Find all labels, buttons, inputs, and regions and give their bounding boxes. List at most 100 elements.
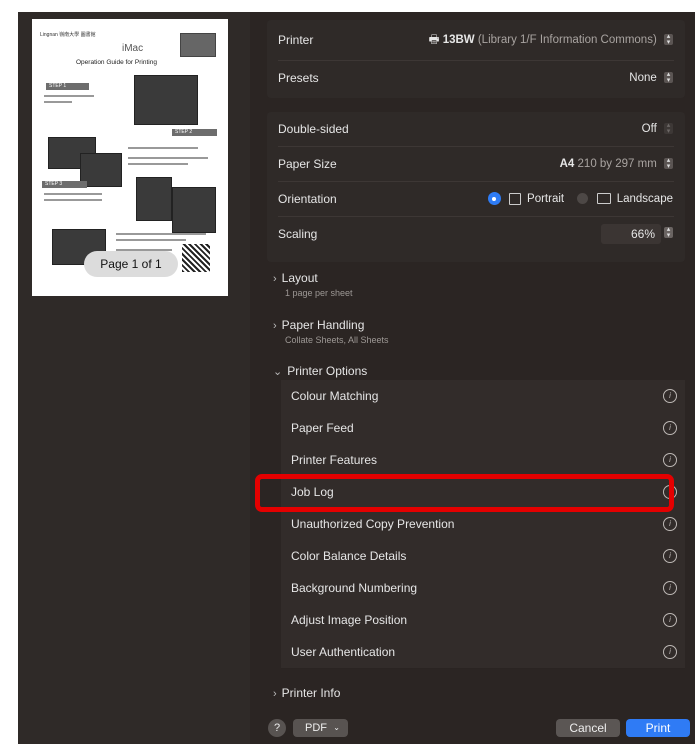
printer-info-section[interactable]: › Printer Info [273, 686, 340, 700]
cancel-button[interactable]: Cancel [556, 719, 620, 737]
info-icon[interactable]: i [663, 613, 677, 627]
print-dialog: Lingnan 嶺南大學 圖書館 iMac Operation Guide fo… [18, 12, 695, 744]
doc-text-line [44, 199, 102, 201]
doc-step-3: STEP 3 [42, 181, 87, 188]
paper-size-select[interactable]: A4 210 by 297 mm ▴ ▾ [560, 147, 673, 181]
landscape-label[interactable]: Landscape [617, 193, 673, 205]
pdf-label: PDF [305, 722, 327, 734]
orientation-label: Orientation [278, 192, 337, 206]
paper-size-dims: 210 by 297 mm [577, 158, 657, 170]
portrait-icon [508, 192, 521, 205]
info-icon[interactable]: i [663, 645, 677, 659]
printer-presets-group: Printer 🖶 13BW (Library 1/F Information … [267, 20, 685, 98]
chevron-updown-icon: ▴ ▾ [664, 157, 673, 170]
printer-label: Printer [278, 33, 314, 47]
paper-size-name: A4 [559, 158, 575, 170]
chevron-right-icon: › [273, 320, 277, 332]
option-job-log[interactable]: Job Log i [281, 476, 685, 509]
doc-text-line [116, 239, 186, 241]
double-sided-select[interactable]: Off ▴ ▾ [642, 112, 673, 146]
doc-step-1: STEP 1 [46, 83, 89, 90]
paper-size-label: Paper Size [278, 157, 337, 171]
paper-handling-section[interactable]: › Paper Handling Collate Sheets, All Shee… [273, 318, 389, 345]
option-label: User Authentication [291, 645, 396, 659]
paper-size-row[interactable]: Paper Size A4 210 by 297 mm ▴ ▾ [267, 147, 685, 181]
dialog-footer: ? PDF ⌄ Cancel Print [263, 712, 695, 744]
option-label: Unauthorized Copy Prevention [291, 517, 455, 531]
page-count-badge: Page 1 of 1 [84, 251, 178, 277]
info-icon[interactable]: i [663, 549, 677, 563]
info-icon[interactable]: i [663, 485, 677, 499]
info-icon[interactable]: i [663, 517, 677, 531]
page-settings-group: Double-sided Off ▴ ▾ Paper Size A4 210 by… [267, 112, 685, 262]
scaling-label: Scaling [278, 227, 318, 241]
option-paper-feed[interactable]: Paper Feed i [281, 412, 685, 445]
doc-screenshot [136, 177, 172, 221]
info-icon[interactable]: i [663, 389, 677, 403]
presets-row[interactable]: Presets None ▴ ▾ [267, 61, 685, 95]
printer-row[interactable]: Printer 🖶 13BW (Library 1/F Information … [267, 23, 685, 57]
landscape-radio[interactable] [577, 193, 589, 205]
doc-text-line [128, 157, 208, 159]
chevron-down-icon: ⌄ [273, 366, 283, 378]
doc-text-line [44, 101, 72, 103]
option-user-authentication[interactable]: User Authentication i [281, 636, 685, 669]
layout-subtitle: 1 page per sheet [285, 288, 353, 298]
option-unauthorized-copy-prevention[interactable]: Unauthorized Copy Prevention i [281, 508, 685, 541]
option-label: Printer Features [291, 453, 378, 467]
option-label: Paper Feed [291, 421, 354, 435]
info-icon[interactable]: i [663, 453, 677, 467]
layout-section[interactable]: › Layout 1 page per sheet [273, 271, 353, 298]
option-color-balance-details[interactable]: Color Balance Details i [281, 540, 685, 573]
printer-info-title: Printer Info [281, 686, 341, 700]
option-label: Adjust Image Position [291, 613, 408, 627]
chevron-down-icon: ⌄ [333, 723, 340, 732]
landscape-icon [596, 193, 611, 205]
presets-select[interactable]: None ▴ ▾ [629, 61, 673, 95]
layout-title: Layout [281, 271, 318, 285]
option-label: Colour Matching [291, 389, 379, 403]
help-button[interactable]: ? [268, 719, 286, 737]
printer-name: 13BW [442, 34, 475, 46]
printer-options-section[interactable]: ⌄ Printer Options [273, 364, 367, 378]
chevron-right-icon: › [273, 273, 277, 285]
info-icon[interactable]: i [663, 421, 677, 435]
pdf-menu-button[interactable]: PDF ⌄ [293, 719, 348, 737]
doc-screenshot [172, 187, 216, 233]
info-icon[interactable]: i [663, 581, 677, 595]
orientation-options: Portrait Landscape [487, 182, 673, 216]
option-adjust-image-position[interactable]: Adjust Image Position i [281, 604, 685, 637]
option-colour-matching[interactable]: Colour Matching i [281, 380, 685, 413]
paper-handling-subtitle: Collate Sheets, All Sheets [285, 335, 389, 345]
qr-code-image [182, 244, 210, 272]
chevron-updown-icon: ▴ ▾ [664, 71, 673, 84]
portrait-radio[interactable] [487, 192, 501, 206]
portrait-label[interactable]: Portrait [527, 193, 564, 205]
option-label: Color Balance Details [291, 549, 407, 563]
printer-select[interactable]: 🖶 13BW (Library 1/F Information Commons)… [429, 23, 673, 57]
chevron-updown-icon: ▴ ▾ [664, 33, 673, 46]
option-background-numbering[interactable]: Background Numbering i [281, 572, 685, 605]
print-button[interactable]: Print [626, 719, 690, 737]
scaling-stepper[interactable]: ▴ ▾ [664, 226, 673, 239]
doc-text-line [128, 147, 198, 149]
printer-options-title: Printer Options [287, 364, 368, 378]
option-printer-features[interactable]: Printer Features i [281, 444, 685, 477]
doc-screenshot [134, 75, 198, 125]
option-label: Background Numbering [291, 581, 418, 595]
scaling-row: Scaling 66% ▴ ▾ [267, 217, 685, 251]
double-sided-value: Off [641, 123, 657, 135]
option-label: Job Log [291, 485, 334, 499]
double-sided-label: Double-sided [278, 122, 349, 136]
presets-label: Presets [278, 71, 319, 85]
preview-sidebar: Lingnan 嶺南大學 圖書館 iMac Operation Guide fo… [18, 12, 250, 744]
presets-value: None [629, 72, 657, 84]
scaling-input[interactable]: 66% [601, 224, 661, 244]
double-sided-row[interactable]: Double-sided Off ▴ ▾ [267, 112, 685, 146]
printer-icon: 🖶 [428, 34, 440, 46]
chevron-right-icon: › [273, 688, 277, 700]
paper-handling-title: Paper Handling [281, 318, 365, 332]
settings-panel: Printer 🖶 13BW (Library 1/F Information … [263, 12, 695, 744]
printer-location: (Library 1/F Information Commons) [477, 34, 657, 46]
doc-header: Lingnan 嶺南大學 圖書館 [40, 32, 96, 38]
